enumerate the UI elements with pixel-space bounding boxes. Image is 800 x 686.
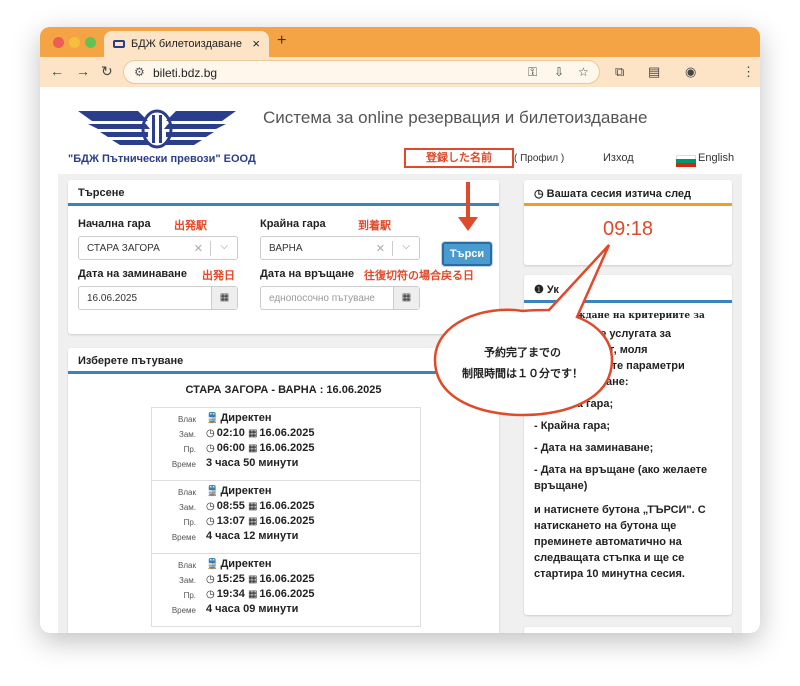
browser-window: БДЖ билетоиздаване × + ← → ↻ ⚙ bileti.bd… [40, 27, 760, 633]
annotation-overlay [433, 182, 614, 417]
callout-line-1: 予約完了までの [484, 346, 561, 359]
annotation-arrowhead [458, 217, 478, 231]
callout-line-2: 制限時間は１０分です！ [462, 367, 583, 380]
callout-bubble [433, 244, 614, 417]
